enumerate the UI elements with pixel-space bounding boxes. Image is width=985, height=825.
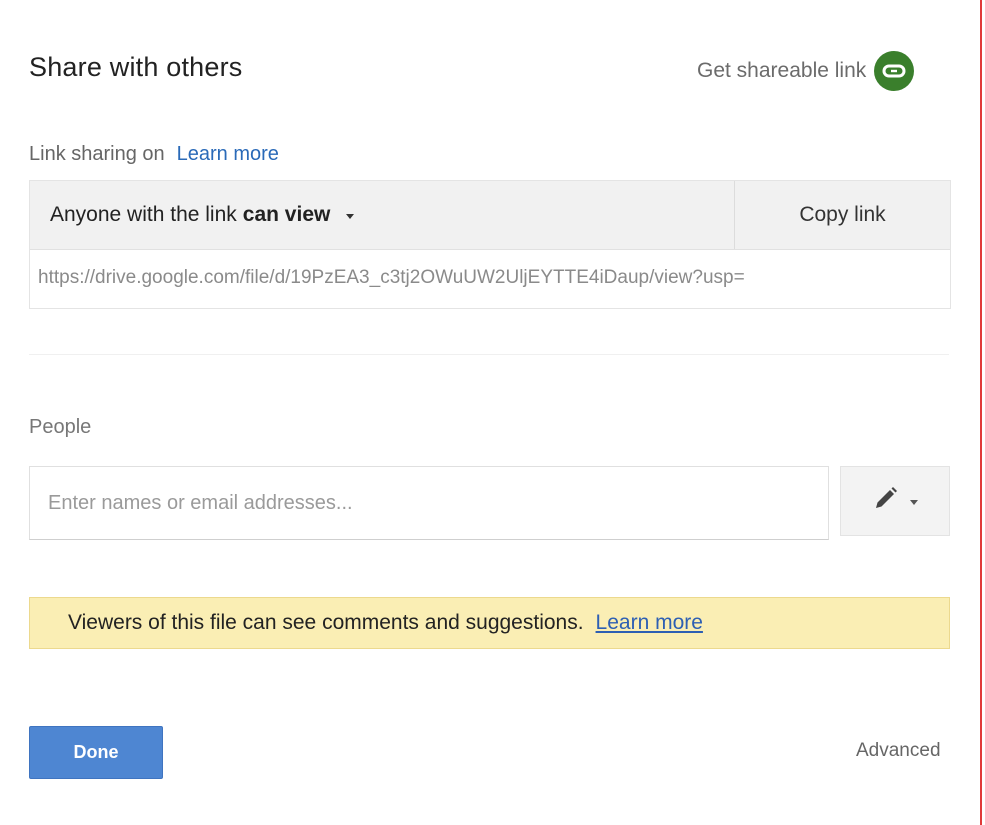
section-divider [29,354,949,355]
notice-learn-more-link[interactable]: Learn more [596,611,703,635]
share-dialog: Share with others Get shareable link Lin… [0,0,980,825]
advanced-link[interactable]: Advanced [856,740,941,762]
copy-link-button[interactable]: Copy link [734,181,950,249]
link-icon[interactable] [874,51,915,91]
people-label: People [29,416,92,438]
share-url-field[interactable]: https://drive.google.com/file/d/19PzEA3_… [30,250,950,306]
access-row: Anyone with the link can view Copy link [30,181,950,250]
link-access-dropdown[interactable]: Anyone with the link can view [30,181,734,249]
learn-more-link[interactable]: Learn more [177,143,279,165]
permission-dropdown-button[interactable] [840,466,950,536]
done-button[interactable]: Done [29,726,163,779]
access-prefix: Anyone with the link [50,203,237,226]
get-shareable-link-button[interactable]: Get shareable link [697,51,915,91]
dialog-title: Share with others [29,52,243,82]
chevron-down-icon [346,213,355,219]
access-level: can view [242,203,331,226]
link-sharing-box: Anyone with the link can view Copy link … [29,180,951,309]
link-sharing-status: Link sharing on Learn more [29,143,279,166]
comments-visibility-notice: Viewers of this file can see comments an… [29,597,950,649]
chevron-down-icon [910,499,918,505]
window-edge [980,0,982,825]
notice-text: Viewers of this file can see comments an… [68,611,584,634]
link-sharing-status-label: Link sharing on [29,143,165,165]
pencil-icon [872,486,898,517]
people-input[interactable]: Enter names or email addresses... [29,466,829,540]
get-shareable-link-label: Get shareable link [697,59,867,82]
